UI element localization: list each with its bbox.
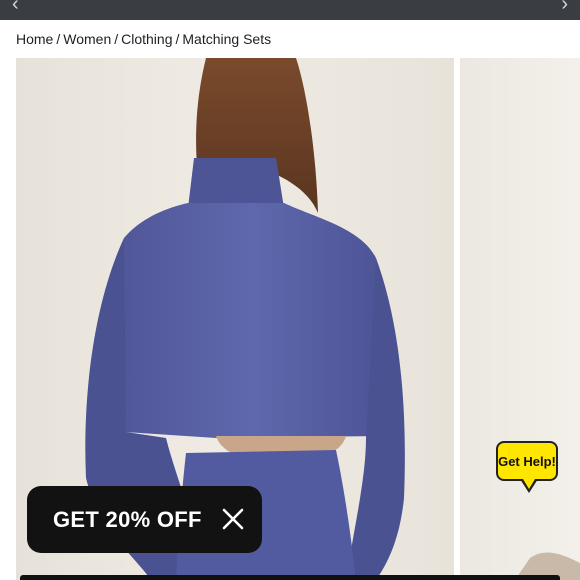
breadcrumb-separator: / bbox=[175, 31, 180, 47]
breadcrumb-separator: / bbox=[114, 31, 119, 47]
promo-label: GET 20% OFF bbox=[53, 506, 202, 532]
product-image-secondary[interactable] bbox=[460, 58, 580, 580]
chevron-right-icon[interactable]: › bbox=[561, 0, 568, 14]
bottom-sheet-edge bbox=[20, 575, 560, 580]
breadcrumb-women[interactable]: Women bbox=[63, 31, 111, 47]
get-help-tail-fill bbox=[523, 479, 535, 489]
breadcrumb-clothing[interactable]: Clothing bbox=[121, 31, 172, 47]
breadcrumb-matching-sets[interactable]: Matching Sets bbox=[182, 31, 271, 47]
get-help-button[interactable]: Get Help! bbox=[496, 441, 558, 481]
promo-banner[interactable]: GET 20% OFF bbox=[27, 486, 262, 553]
close-icon[interactable] bbox=[220, 506, 246, 532]
chevron-left-icon[interactable]: ‹ bbox=[12, 0, 19, 14]
breadcrumb: Home / Women / Clothing / Matching Sets bbox=[16, 31, 271, 47]
breadcrumb-home[interactable]: Home bbox=[16, 31, 53, 47]
breadcrumb-separator: / bbox=[56, 31, 61, 47]
product-photo-thumbnail-illustration bbox=[515, 552, 580, 580]
top-nav-bar: ‹ › bbox=[0, 0, 580, 20]
